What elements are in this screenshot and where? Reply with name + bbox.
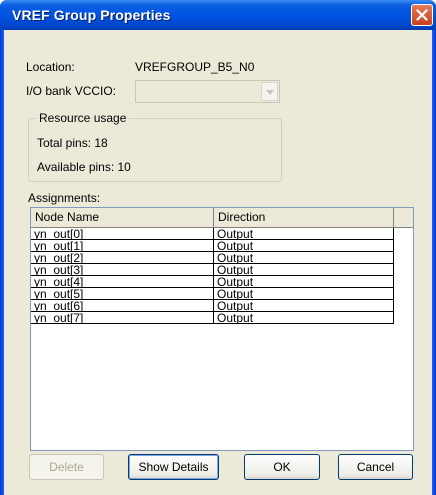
window-title: VREF Group Properties <box>12 7 171 23</box>
table-row[interactable]: yn_out[1] Output <box>31 240 413 252</box>
table-header: Node Name Direction <box>31 208 413 228</box>
table-row[interactable]: yn_out[3] Output <box>31 264 413 276</box>
resource-usage-title: Resource usage <box>36 111 130 125</box>
direction-cell: Output <box>214 312 394 324</box>
direction-cell: Output <box>214 228 394 240</box>
table-row[interactable]: yn_out[4] Output <box>31 276 413 288</box>
cancel-button[interactable]: Cancel <box>338 454 413 480</box>
total-pins-text: Total pins: 18 <box>37 136 108 150</box>
title-bar[interactable]: VREF Group Properties <box>0 0 436 30</box>
node-name-cell: yn_out[5] <box>31 288 214 300</box>
close-icon <box>416 9 428 21</box>
vccio-dropdown-button[interactable] <box>261 82 278 101</box>
ok-button[interactable]: OK <box>244 454 320 480</box>
node-name-cell: yn_out[3] <box>31 264 214 276</box>
node-name-cell: yn_out[7] <box>31 312 214 324</box>
column-header-filler <box>394 208 413 227</box>
node-name-cell: yn_out[1] <box>31 240 214 252</box>
column-header-node-name[interactable]: Node Name <box>31 208 214 227</box>
node-name-cell: yn_out[6] <box>31 300 214 312</box>
direction-cell: Output <box>214 240 394 252</box>
node-name-cell: yn_out[4] <box>31 276 214 288</box>
direction-cell: Output <box>214 264 394 276</box>
table-row[interactable]: yn_out[0] Output <box>31 228 413 240</box>
column-header-direction[interactable]: Direction <box>214 208 394 227</box>
location-label: Location: <box>26 60 75 74</box>
vccio-combobox[interactable] <box>135 80 280 103</box>
table-row[interactable]: yn_out[2] Output <box>31 252 413 264</box>
chevron-down-icon <box>266 90 274 95</box>
node-name-cell: yn_out[0] <box>31 228 214 240</box>
direction-cell: Output <box>214 288 394 300</box>
node-name-cell: yn_out[2] <box>31 252 214 264</box>
direction-cell: Output <box>214 300 394 312</box>
location-value: VREFGROUP_B5_N0 <box>135 60 255 74</box>
close-button[interactable] <box>411 4 433 26</box>
delete-button[interactable]: Delete <box>29 454 104 480</box>
available-pins-text: Available pins: 10 <box>37 160 131 174</box>
window-frame-right <box>432 30 436 495</box>
direction-cell: Output <box>214 276 394 288</box>
direction-cell: Output <box>214 252 394 264</box>
table-row[interactable]: yn_out[6] Output <box>31 300 413 312</box>
assignments-table[interactable]: Node Name Direction yn_out[0] Output yn_… <box>30 207 414 451</box>
vccio-label: I/O bank VCCIO: <box>26 84 117 98</box>
assignments-label: Assignments: <box>28 191 101 205</box>
table-row[interactable]: yn_out[5] Output <box>31 288 413 300</box>
table-row[interactable]: yn_out[7] Output <box>31 312 413 324</box>
show-details-button[interactable]: Show Details <box>128 454 219 480</box>
